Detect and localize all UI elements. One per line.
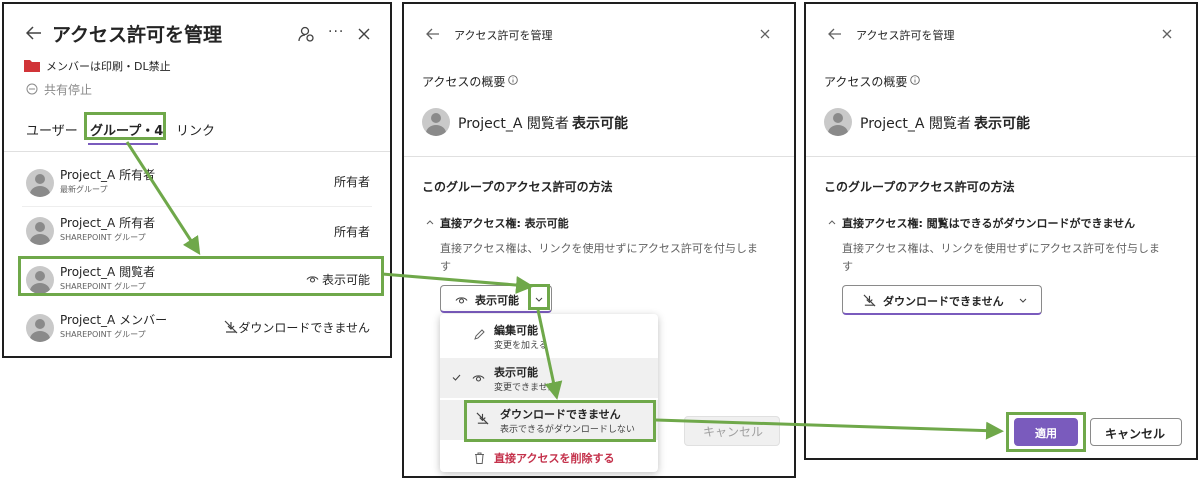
- back-arrow-icon[interactable]: [828, 28, 842, 40]
- section-heading: このグループのアクセス許可の方法: [824, 180, 1015, 194]
- remove-direct-access: 直接アクセスを削除する: [494, 452, 615, 465]
- viewer-row-highlight: [18, 256, 384, 296]
- group-type: SHAREPOINT グループ: [60, 233, 146, 242]
- manage-access-panel-groups: アクセス許可を管理 ··· メンバーは印刷・DL禁止 共有停止 ユーザー グルー…: [2, 2, 392, 358]
- pencil-icon: [474, 329, 485, 340]
- menu-item-label: 編集可能: [494, 324, 538, 337]
- eye-icon: [455, 297, 468, 304]
- menu-item-sub: 変更を加える: [494, 341, 548, 351]
- menu-item-label: 表示可能: [494, 366, 538, 379]
- stop-sharing-link[interactable]: 共有停止: [44, 81, 92, 98]
- chevron-up-icon[interactable]: [426, 220, 434, 225]
- dropdown-value: ダウンロードできません: [883, 295, 1004, 308]
- menu-item-view[interactable]: 表示可能 変更できません: [440, 358, 658, 398]
- direct-access-description: 直接アクセス権は、リンクを使用せずにアクセス許可を付与しま: [440, 242, 758, 255]
- apply-highlight: [1006, 412, 1086, 452]
- group-permission: 表示可能: [572, 116, 628, 132]
- trash-icon: [475, 452, 484, 464]
- direct-access-description: 直接アクセス権は、リンクを使用せずにアクセス許可を付与しま: [842, 242, 1160, 255]
- overview-heading: アクセスの概要: [422, 75, 506, 89]
- group-type: 最新グループ: [60, 185, 108, 194]
- manage-people-icon[interactable]: [298, 26, 314, 42]
- group-row[interactable]: Project_A 所有者 最新グループ 所有者: [4, 159, 390, 205]
- avatar: [422, 108, 450, 136]
- panel-title: アクセス許可を管理: [52, 24, 223, 46]
- group-name: Project_A 閲覧者: [860, 116, 971, 132]
- avatar: [26, 217, 54, 245]
- permission-dropdown[interactable]: ダウンロードできません: [842, 285, 1042, 315]
- group-row[interactable]: Project_A 所有者 SHAREPOINT グループ 所有者: [4, 207, 390, 253]
- group-type: SHAREPOINT グループ: [60, 330, 146, 339]
- overview-heading: アクセスの概要: [824, 75, 908, 89]
- group-permission[interactable]: 所有者: [334, 173, 370, 190]
- direct-access-description-cont: す: [842, 260, 853, 273]
- direct-access-description-cont: す: [440, 260, 451, 273]
- no-download-highlight: [464, 400, 656, 442]
- avatar: [26, 169, 54, 197]
- cancel-label: キャンセル: [703, 425, 764, 439]
- group-name: Project_A メンバー: [60, 313, 168, 327]
- back-arrow-icon[interactable]: [426, 28, 440, 40]
- manage-access-panel-edit: アクセス許可を管理 アクセスの概要 Project_A 閲覧者 表示可能 このグ…: [402, 2, 796, 478]
- menu-item-sub: 変更できません: [494, 383, 557, 393]
- chevron-up-icon[interactable]: [828, 220, 836, 225]
- close-icon[interactable]: [1162, 29, 1172, 39]
- back-arrow-icon[interactable]: [26, 26, 42, 40]
- permission-menu: 編集可能 変更を加える 表示可能 変更できません ダウンロードできません 表示で…: [440, 314, 658, 472]
- chevron-highlight: [528, 284, 550, 310]
- group-permission[interactable]: 所有者: [334, 223, 370, 240]
- panel-title: アクセス許可を管理: [856, 29, 955, 42]
- no-download-icon: [224, 320, 238, 334]
- direct-access-title[interactable]: 直接アクセス権: 表示可能: [440, 215, 569, 231]
- close-icon[interactable]: [358, 28, 370, 40]
- group-name: Project_A 所有者: [60, 168, 156, 182]
- info-icon[interactable]: [910, 75, 920, 85]
- group-permission[interactable]: ダウンロードできません: [238, 319, 370, 336]
- more-options-icon[interactable]: ···: [328, 24, 344, 40]
- stop-sharing-icon[interactable]: [26, 83, 38, 95]
- close-icon[interactable]: [760, 29, 770, 39]
- dropdown-value: 表示可能: [475, 294, 519, 307]
- eye-icon: [472, 375, 485, 382]
- cancel-button[interactable]: キャンセル: [1090, 418, 1182, 446]
- info-icon[interactable]: [508, 75, 518, 85]
- menu-item-remove[interactable]: 直接アクセスを削除する: [440, 444, 658, 472]
- group-permission: 表示可能: [974, 116, 1030, 132]
- group-name: Project_A 所有者: [60, 216, 156, 230]
- group-row[interactable]: Project_A メンバー SHAREPOINT グループ ダウンロードできま…: [4, 304, 390, 350]
- tab-groups-underline: [88, 143, 158, 145]
- no-download-icon: [863, 294, 876, 307]
- tab-links[interactable]: リンク: [176, 120, 215, 139]
- checkmark-icon: [452, 374, 461, 381]
- section-heading: このグループのアクセス許可の方法: [422, 180, 613, 194]
- avatar: [824, 108, 852, 136]
- cancel-button-behind[interactable]: キャンセル: [684, 416, 780, 446]
- avatar: [26, 314, 54, 342]
- folder-icon: [24, 60, 40, 72]
- manage-access-panel-apply: アクセス許可を管理 アクセスの概要 Project_A 閲覧者 表示可能 このグ…: [804, 2, 1198, 460]
- tab-groups-highlight: [84, 112, 166, 140]
- sensitivity-label: メンバーは印刷・DL禁止: [46, 60, 171, 73]
- direct-access-title[interactable]: 直接アクセス権: 閲覧はできるがダウンロードができません: [842, 215, 1135, 231]
- panel-title: アクセス許可を管理: [454, 29, 553, 42]
- cancel-label: キャンセル: [1105, 427, 1166, 441]
- chevron-down-icon[interactable]: [1019, 298, 1027, 303]
- tab-users[interactable]: ユーザー: [26, 120, 78, 139]
- menu-item-edit[interactable]: 編集可能 変更を加える: [440, 314, 658, 356]
- group-name: Project_A 閲覧者: [458, 116, 569, 132]
